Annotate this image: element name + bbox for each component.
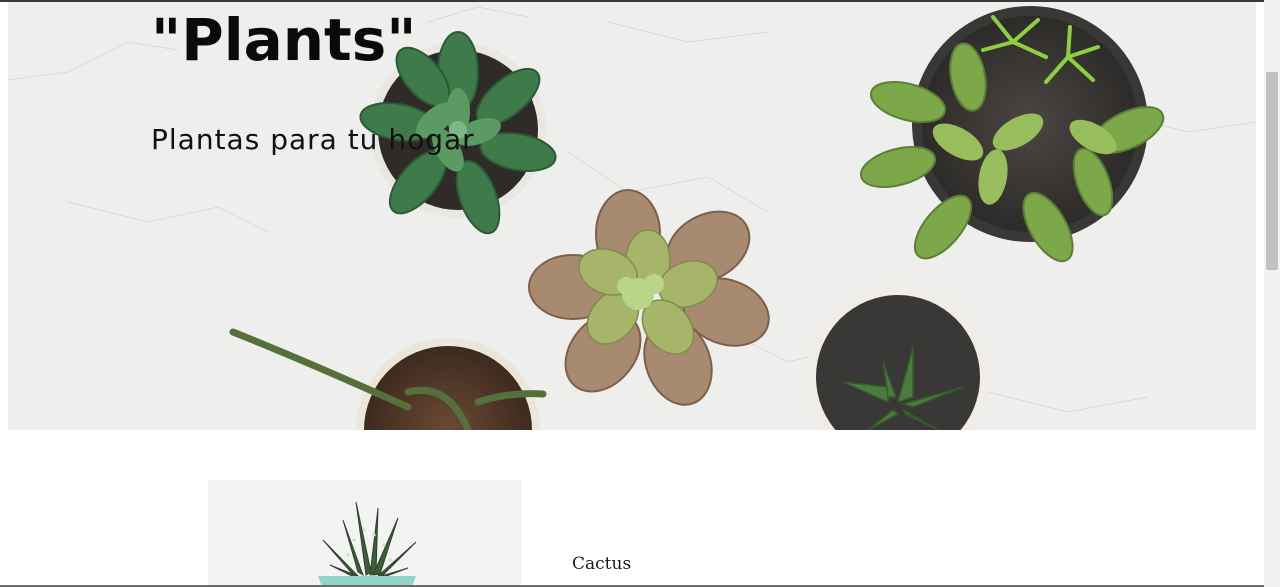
- product-image-cactus[interactable]: [208, 480, 522, 587]
- succulent-bottomright-illustration: [806, 285, 990, 430]
- succulent-topright-illustration: [860, 6, 1165, 263]
- vertical-scrollbar[interactable]: [1264, 0, 1280, 587]
- cactus-illustration: [208, 480, 522, 587]
- hero-banner: "Plants" Plantas para tu hogar: [8, 2, 1256, 430]
- succulent-center-illustration: [528, 189, 770, 406]
- plant-bottomleft-illustration: [229, 328, 547, 430]
- hero-subtitle: Plantas para tu hogar: [151, 123, 475, 156]
- scrollbar-thumb[interactable]: [1266, 72, 1278, 270]
- product-title-cactus[interactable]: Cactus: [572, 553, 631, 575]
- hero-title: "Plants": [151, 6, 417, 74]
